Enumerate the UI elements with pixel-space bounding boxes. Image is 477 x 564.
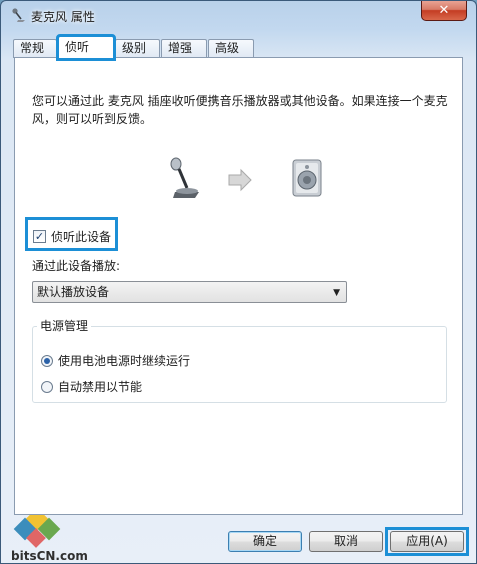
tab-label: 侦听 <box>65 40 90 54</box>
radio-auto-disable[interactable]: 自动禁用以节能 <box>41 378 142 395</box>
apply-button[interactable]: 应用(A) <box>390 531 464 552</box>
radio-label: 自动禁用以节能 <box>58 380 143 394</box>
dropdown-arrow-icon[interactable]: ▼ <box>333 283 340 303</box>
window-title: 麦克风 属性 <box>31 10 95 24</box>
playback-device-select[interactable]: 默认播放设备 ▼ <box>32 281 347 303</box>
listen-description: 您可以通过此 麦克风 插座收听便携音乐播放器或其他设备。如果连接一个麦克风，则可… <box>32 94 448 126</box>
listen-checkbox-label: 侦听此设备 <box>51 230 112 244</box>
radio-label: 使用电池电源时继续运行 <box>58 354 191 368</box>
listen-panel: 您可以通过此 麦克风 插座收听便携音乐播放器或其他设备。如果连接一个麦克风，则可… <box>14 57 463 515</box>
radio-button[interactable] <box>41 354 53 367</box>
button-label: 应用(A) <box>406 534 448 548</box>
watermark-logo: bitsCN.com <box>7 507 97 563</box>
cancel-button[interactable]: 取消 <box>309 531 383 552</box>
group-title: 电源管理 <box>37 319 92 333</box>
checkbox[interactable]: ✓ <box>33 230 46 243</box>
tab-label: 增强 <box>168 41 193 55</box>
tab-enhancements[interactable]: 增强 <box>161 39 207 58</box>
checkmark-icon: ✓ <box>34 230 45 243</box>
ok-button[interactable]: 确定 <box>228 531 302 552</box>
microphone-icon <box>12 8 25 22</box>
playback-device-label: 通过此设备播放: <box>32 259 121 273</box>
tab-listen[interactable]: 侦听 <box>56 34 116 61</box>
tab-levels[interactable]: 级别 <box>115 39 160 58</box>
tab-general[interactable]: 常规 <box>13 39 57 58</box>
tab-label: 高级 <box>215 41 240 55</box>
select-value: 默认播放设备 <box>37 285 110 299</box>
close-icon: ✕ <box>438 3 450 18</box>
listen-device-checkbox[interactable]: ✓ 侦听此设备 <box>33 228 111 245</box>
radio-selected-dot <box>44 357 50 364</box>
tab-label: 级别 <box>122 41 147 55</box>
button-label: 确定 <box>252 534 277 548</box>
button-label: 取消 <box>333 534 358 548</box>
radio-button[interactable] <box>41 380 53 393</box>
power-management-group: 电源管理 使用电池电源时继续运行 自动禁用以节能 <box>32 319 447 403</box>
radio-continue-on-battery[interactable]: 使用电池电源时继续运行 <box>41 352 190 369</box>
tab-label: 常规 <box>20 41 45 55</box>
close-button[interactable]: ✕ <box>421 1 467 21</box>
microphone-device-icon <box>170 157 199 198</box>
title-bar[interactable]: 麦克风 属性 ✕ <box>1 1 476 31</box>
tab-advanced[interactable]: 高级 <box>208 39 254 58</box>
device-illustration <box>170 157 322 198</box>
speaker-device-icon <box>292 159 322 197</box>
properties-window: 麦克风 属性 ✕ 常规 侦听 级别 增强 高级 您可以通过此 麦克风 插座收听便… <box>0 0 477 564</box>
watermark-text: bitsCN.com <box>11 549 88 563</box>
logo-icon <box>13 507 61 548</box>
arrow-right-icon <box>228 168 252 192</box>
